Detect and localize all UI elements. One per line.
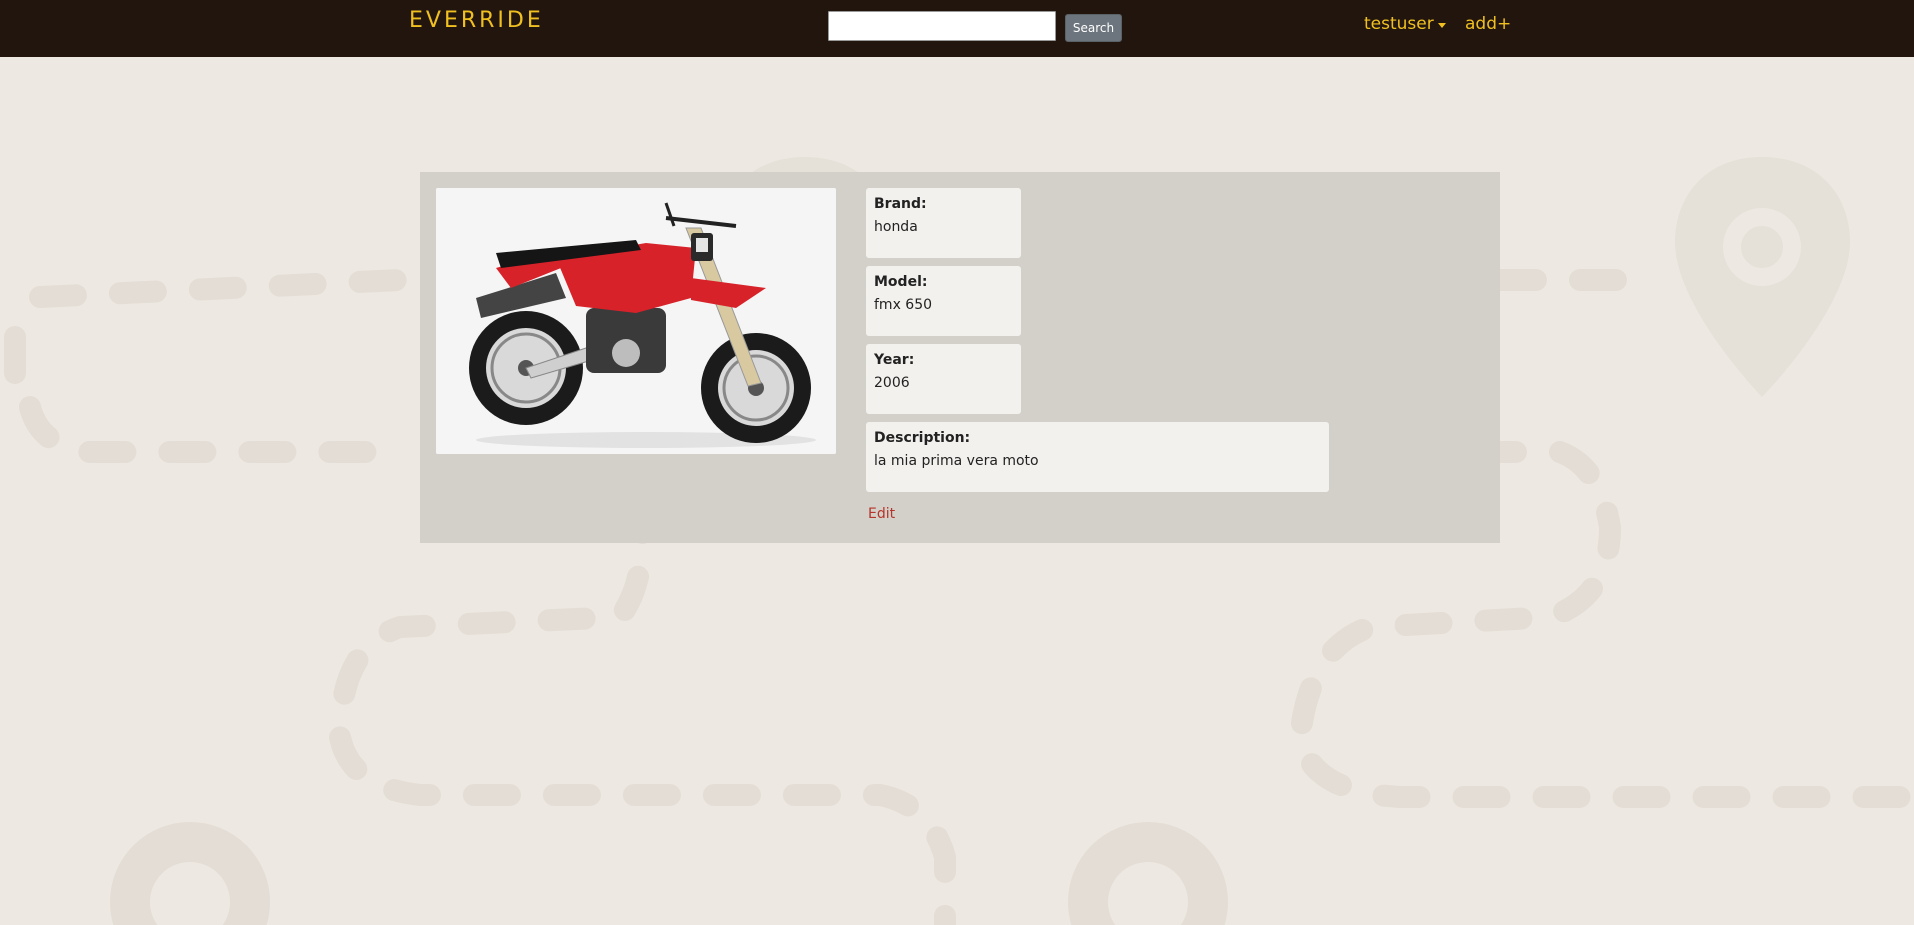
description-field: Description: la mia prima vera moto	[866, 422, 1329, 492]
brand-field-value: honda	[874, 219, 918, 235]
year-field-value: 2006	[874, 375, 910, 391]
year-field: Year: 2006	[866, 344, 1021, 414]
search-input[interactable]	[828, 11, 1056, 41]
model-field-value: fmx 650	[874, 297, 933, 313]
brand-field: Brand: honda	[866, 188, 1021, 258]
user-menu-label: testuser	[1364, 14, 1434, 34]
top-navbar: EVERRIDE Search testuser add+	[0, 0, 1914, 57]
model-field: Model: fmx 650	[866, 266, 1021, 336]
search-button[interactable]: Search	[1065, 14, 1122, 42]
caret-down-icon	[1437, 22, 1446, 28]
edit-link[interactable]: Edit	[868, 506, 895, 522]
model-field-label: Model:	[874, 274, 928, 290]
motorcycle-photo	[436, 188, 836, 454]
user-menu-dropdown[interactable]: testuser	[1364, 14, 1446, 34]
motorcycle-detail-card: Brand: honda Model: fmx 650 Year: 2006 D…	[420, 172, 1500, 543]
add-motorcycle-link[interactable]: add+	[1465, 14, 1511, 34]
motorcycle-illustration	[436, 188, 836, 454]
description-field-value: la mia prima vera moto	[874, 453, 1039, 469]
description-field-label: Description:	[874, 430, 971, 446]
brand-field-label: Brand:	[874, 196, 927, 212]
brand-logo-link[interactable]: EVERRIDE	[409, 8, 544, 33]
year-field-label: Year:	[874, 352, 915, 368]
